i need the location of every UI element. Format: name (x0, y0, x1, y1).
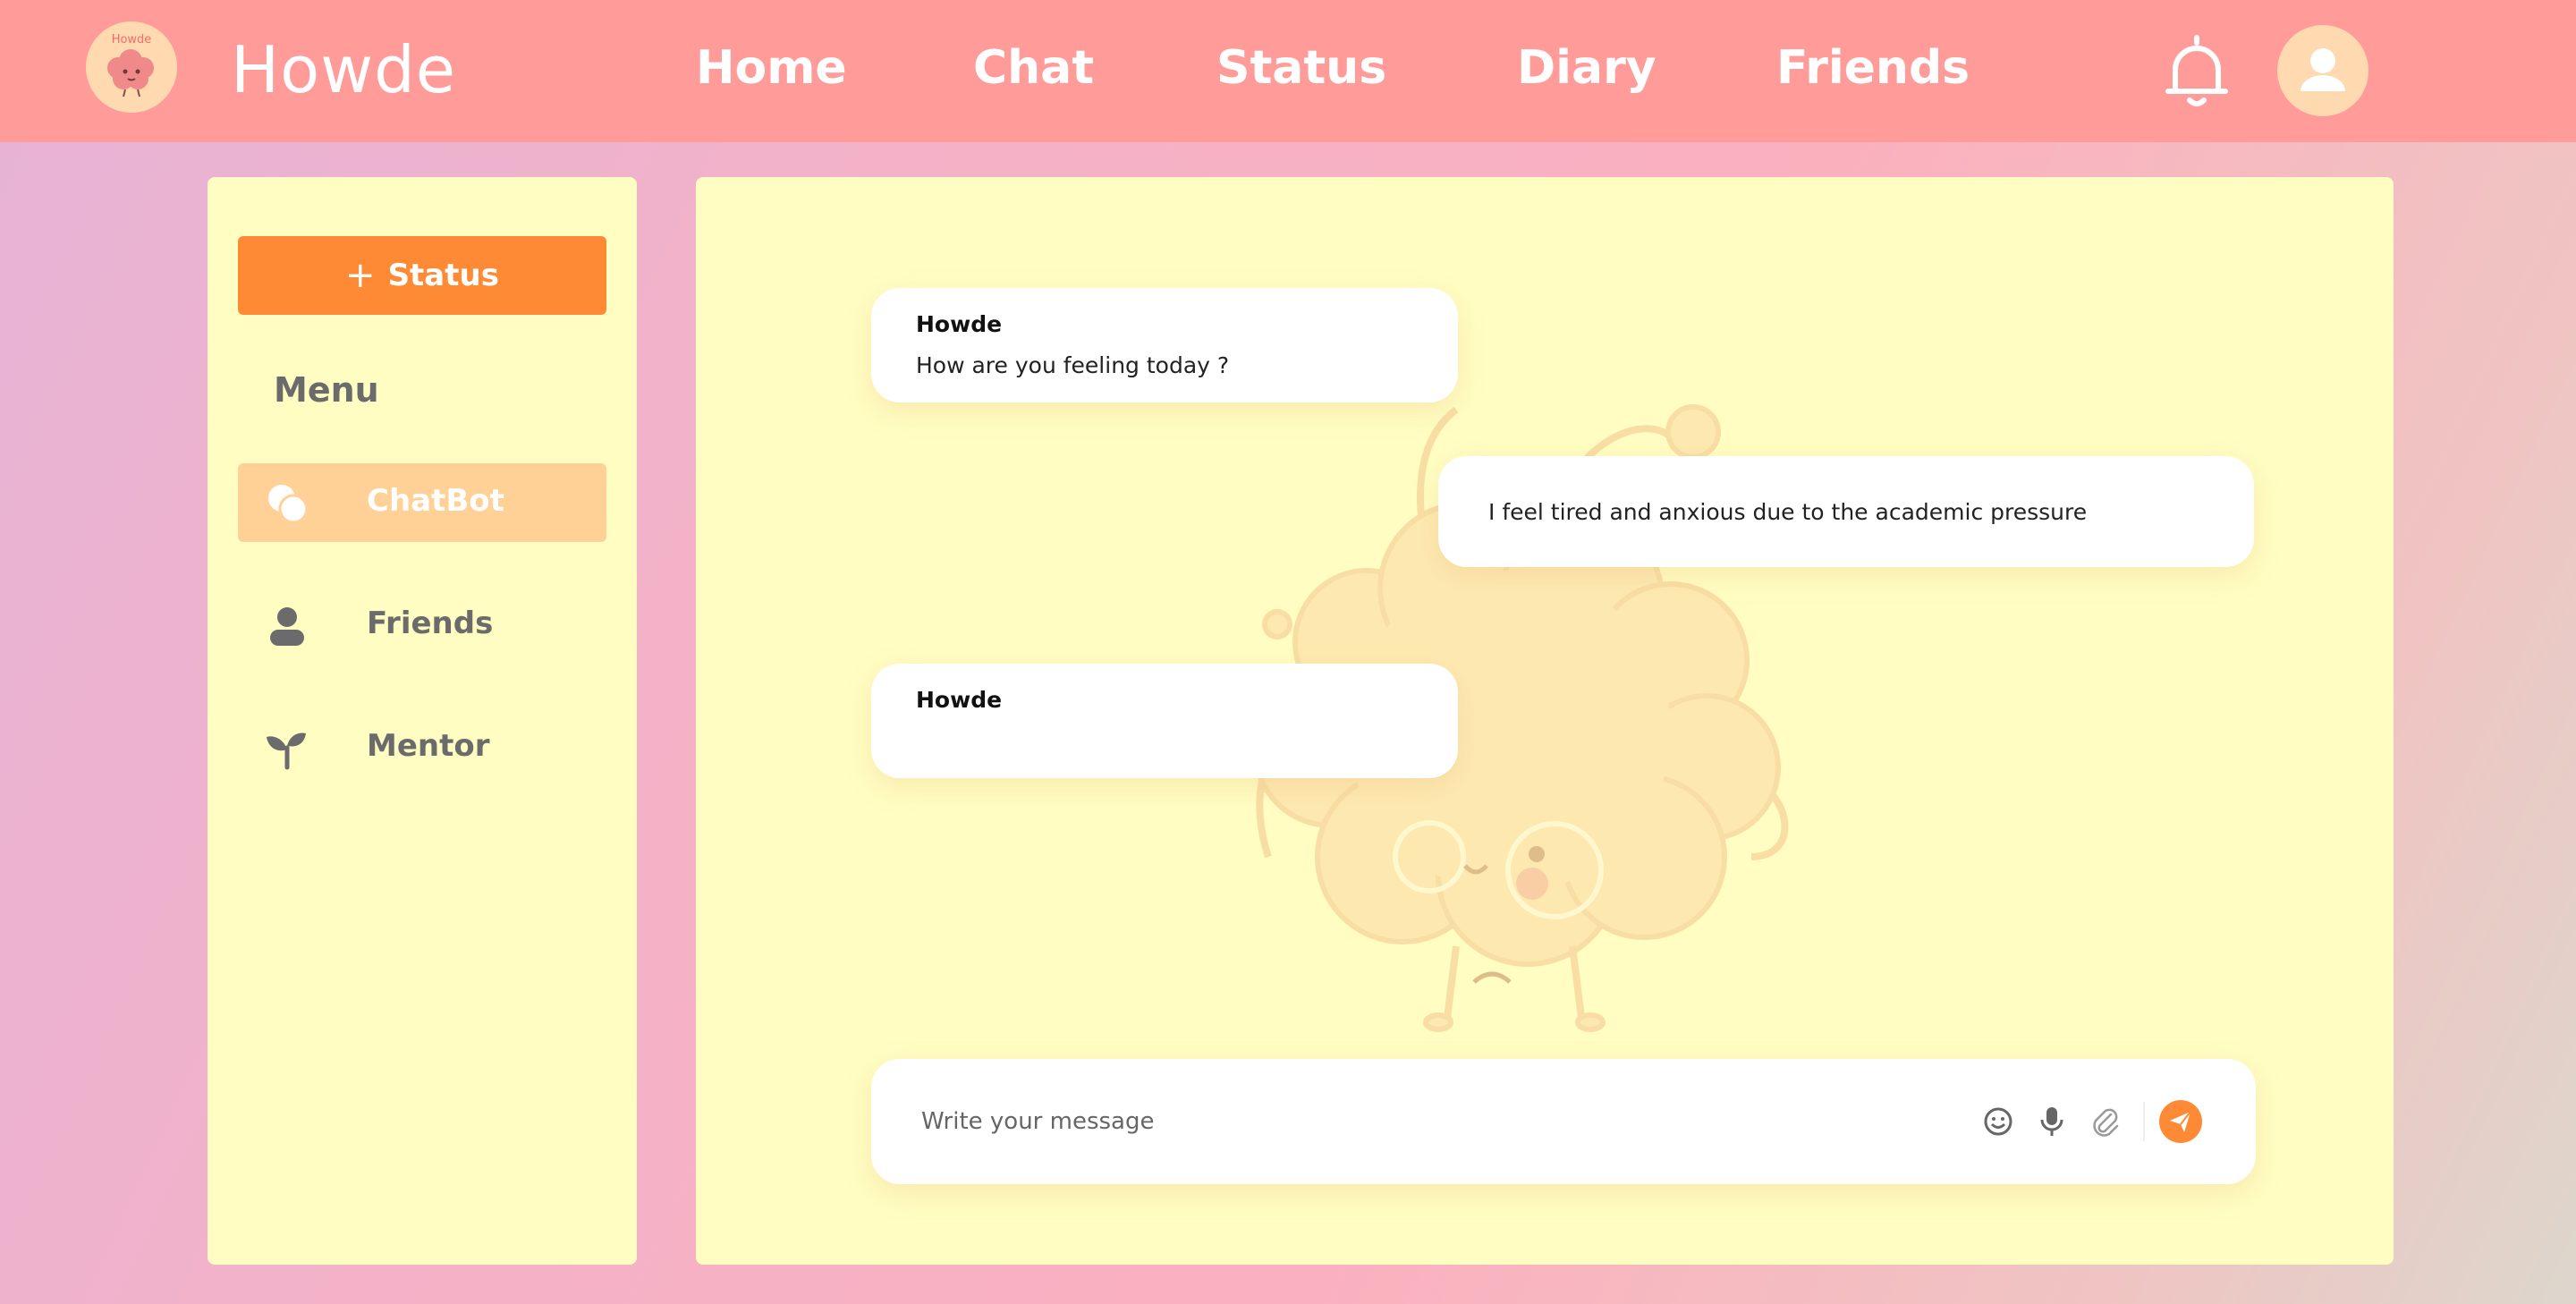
person-icon (270, 607, 304, 646)
bot-message-bubble: Howde How are you feeling today ? (871, 288, 1458, 402)
plus-icon: + (345, 255, 376, 296)
nav-friends[interactable]: Friends (1776, 41, 1970, 95)
message-sender: Howde (916, 687, 1003, 713)
sidebar: + Status Menu ChatBot Friends Mentor (208, 177, 637, 1265)
chat-panel: Howde How are you feeling today ? I feel… (696, 177, 2394, 1265)
chat-bubbles-icon (268, 485, 309, 524)
composer-divider (2143, 1102, 2145, 1141)
sprout-icon (267, 732, 306, 770)
brain-mascot-logo-icon: Howde (86, 21, 177, 113)
sidebar-item-label: Friends (367, 605, 494, 641)
nav-status[interactable]: Status (1216, 41, 1386, 95)
bot-message-bubble: Howde (871, 664, 1458, 778)
add-status-label: Status (387, 258, 499, 293)
message-input[interactable] (921, 1095, 1905, 1148)
send-icon (2170, 1111, 2191, 1132)
microphone-icon[interactable] (2034, 1104, 2070, 1139)
brand-name[interactable]: Howde (231, 32, 456, 107)
message-text: I feel tired and anxious due to the acad… (1488, 499, 2088, 525)
sidebar-item-label: Mentor (367, 728, 490, 764)
logo[interactable]: Howde (86, 21, 177, 113)
message-composer (871, 1059, 2256, 1184)
emoji-icon[interactable] (1980, 1104, 2016, 1139)
nav-home[interactable]: Home (696, 41, 847, 95)
logo-text: Howde (112, 33, 152, 47)
sidebar-item-chatbot[interactable]: ChatBot (238, 463, 606, 542)
top-nav-bar: Howde Howde Home Chat Status Diary Frien… (0, 0, 2576, 142)
message-sender: Howde (916, 311, 1003, 337)
bell-icon[interactable] (2163, 34, 2231, 109)
nav-diary[interactable]: Diary (1517, 41, 1657, 95)
add-status-button[interactable]: + Status (238, 236, 606, 315)
user-icon (2301, 48, 2345, 91)
message-text: How are you feeling today ? (916, 352, 1230, 378)
sidebar-item-mentor[interactable]: Mentor (238, 708, 606, 787)
user-message-bubble: I feel tired and anxious due to the acad… (1438, 456, 2254, 567)
sidebar-item-label: ChatBot (367, 483, 504, 519)
nav-chat[interactable]: Chat (973, 41, 1094, 95)
send-button[interactable] (2159, 1100, 2202, 1143)
profile-avatar[interactable] (2277, 25, 2368, 116)
menu-heading: Menu (274, 370, 379, 410)
attachment-icon[interactable] (2088, 1104, 2123, 1139)
sidebar-item-friends[interactable]: Friends (238, 586, 606, 665)
